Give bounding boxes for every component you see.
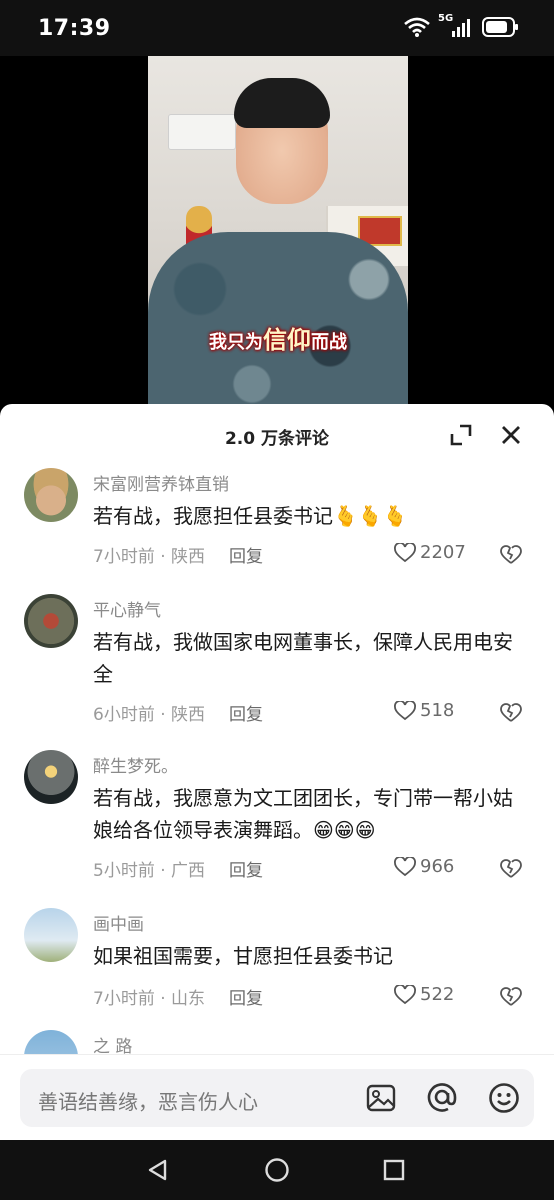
comment-meta: 6小时前 · 陕西 回复 bbox=[93, 705, 264, 725]
like-button[interactable]: 966 bbox=[394, 856, 454, 877]
comment-input[interactable]: 善语结善缘，恶言伤人心 bbox=[20, 1069, 534, 1127]
broken-heart-icon[interactable] bbox=[500, 544, 522, 566]
avatar[interactable] bbox=[24, 594, 78, 648]
comment-username[interactable]: 画中画 bbox=[93, 910, 144, 935]
wifi-icon bbox=[404, 17, 430, 37]
like-button[interactable]: 2207 bbox=[394, 542, 466, 563]
signal-5g-icon: 5G bbox=[438, 13, 474, 38]
comment-input-bar: 善语结善缘，恶言伤人心 bbox=[0, 1054, 554, 1140]
avatar[interactable] bbox=[24, 468, 78, 522]
comment-time: 6小时前 bbox=[93, 705, 155, 725]
video-frame[interactable]: 我只为信仰而战 bbox=[148, 56, 408, 412]
comment-item: 平心静气 若有战，我做国家电网董事长，保障人民用电安全 6小时前 · 陕西 回复 … bbox=[0, 594, 554, 730]
broken-heart-icon[interactable] bbox=[500, 858, 522, 880]
video-subtitle: 我只为信仰而战 bbox=[148, 320, 408, 355]
comment-time: 5小时前 bbox=[93, 861, 155, 881]
like-count: 2207 bbox=[420, 542, 466, 563]
comment-meta: 5小时前 · 广西 回复 bbox=[93, 861, 264, 881]
home-icon[interactable] bbox=[264, 1157, 290, 1183]
avatar[interactable] bbox=[24, 750, 78, 804]
comment-text: 若有战，我愿担任县委书记🫰🫰🫰 bbox=[93, 504, 408, 528]
like-count: 966 bbox=[420, 856, 455, 877]
comment-meta: 7小时前 · 陕西 回复 bbox=[93, 547, 264, 567]
comment-time: 7小时前 bbox=[93, 989, 155, 1009]
comment-username[interactable]: 醉生梦死。 bbox=[93, 752, 178, 777]
subtitle-highlight: 信仰 bbox=[263, 326, 311, 354]
comment-time: 7小时前 bbox=[93, 547, 155, 567]
heart-icon bbox=[394, 700, 416, 720]
emoji-icon[interactable] bbox=[488, 1082, 520, 1114]
broken-heart-icon[interactable] bbox=[500, 986, 522, 1008]
comment-meta: 7小时前 · 山东 回复 bbox=[93, 989, 264, 1009]
status-time: 17:39 bbox=[38, 16, 111, 41]
comment-text: 如果祖国需要，甘愿担任县委书记 bbox=[93, 944, 393, 968]
reply-button[interactable]: 回复 bbox=[229, 989, 263, 1009]
comment-item: 醉生梦死。 若有战，我愿意为文工团团长，专门带一帮小姑娘给各位领导表演舞蹈。😁😁… bbox=[0, 750, 554, 886]
comment-text: 若有战，我做国家电网董事长，保障人民用电安全 bbox=[93, 630, 513, 686]
comment-item: 宋富刚营养钵直销 若有战，我愿担任县委书记🫰🫰🫰 7小时前 · 陕西 回复 220… bbox=[0, 468, 554, 578]
heart-icon bbox=[394, 984, 416, 1004]
comment-location: 陕西 bbox=[171, 705, 206, 725]
comments-header: 2.0 万条评论 bbox=[0, 404, 554, 464]
video-player[interactable]: 我只为信仰而战 bbox=[0, 56, 554, 412]
recent-apps-icon[interactable] bbox=[383, 1159, 405, 1181]
like-button[interactable]: 518 bbox=[394, 700, 454, 721]
person-hair bbox=[234, 78, 330, 128]
comment-text: 若有战，我愿意为文工团团长，专门带一帮小姑娘给各位领导表演舞蹈。😁😁😁 bbox=[93, 786, 513, 842]
close-icon[interactable] bbox=[498, 422, 524, 448]
air-conditioner bbox=[168, 114, 236, 150]
comment-location: 山东 bbox=[171, 989, 206, 1009]
comments-panel: 2.0 万条评论 宋富刚营养钵直销 若有战，我愿担任县委书记🫰🫰🫰 7小时前 ·… bbox=[0, 404, 554, 1140]
expand-icon[interactable] bbox=[448, 422, 474, 448]
comment-location: 陕西 bbox=[171, 547, 206, 567]
image-icon[interactable] bbox=[366, 1083, 396, 1113]
subtitle-part-2: 而战 bbox=[311, 332, 347, 353]
back-icon[interactable] bbox=[146, 1158, 170, 1182]
input-placeholder: 善语结善缘，恶言伤人心 bbox=[38, 1090, 258, 1114]
system-nav-bar bbox=[0, 1140, 554, 1200]
at-icon[interactable] bbox=[426, 1081, 458, 1113]
like-count: 522 bbox=[420, 984, 455, 1005]
reply-button[interactable]: 回复 bbox=[229, 547, 263, 567]
comment-username[interactable]: 宋富刚营养钵直销 bbox=[93, 470, 229, 495]
heart-icon bbox=[394, 856, 416, 876]
broken-heart-icon[interactable] bbox=[500, 702, 522, 724]
avatar[interactable] bbox=[24, 908, 78, 962]
comment-username[interactable]: 平心静气 bbox=[93, 596, 161, 621]
reply-button[interactable]: 回复 bbox=[229, 861, 263, 881]
comment-location: 广西 bbox=[171, 861, 206, 881]
heart-icon bbox=[394, 542, 416, 562]
battery-icon bbox=[482, 17, 518, 37]
like-count: 518 bbox=[420, 700, 455, 721]
status-icons: 5G bbox=[404, 13, 520, 38]
reply-button[interactable]: 回复 bbox=[229, 705, 263, 725]
status-bar: 17:39 5G bbox=[0, 0, 554, 56]
comment-item: 画中画 如果祖国需要，甘愿担任县委书记 7小时前 · 山东 回复 522 bbox=[0, 908, 554, 1014]
like-button[interactable]: 522 bbox=[394, 984, 454, 1005]
subtitle-part-1: 我只为 bbox=[209, 332, 263, 353]
